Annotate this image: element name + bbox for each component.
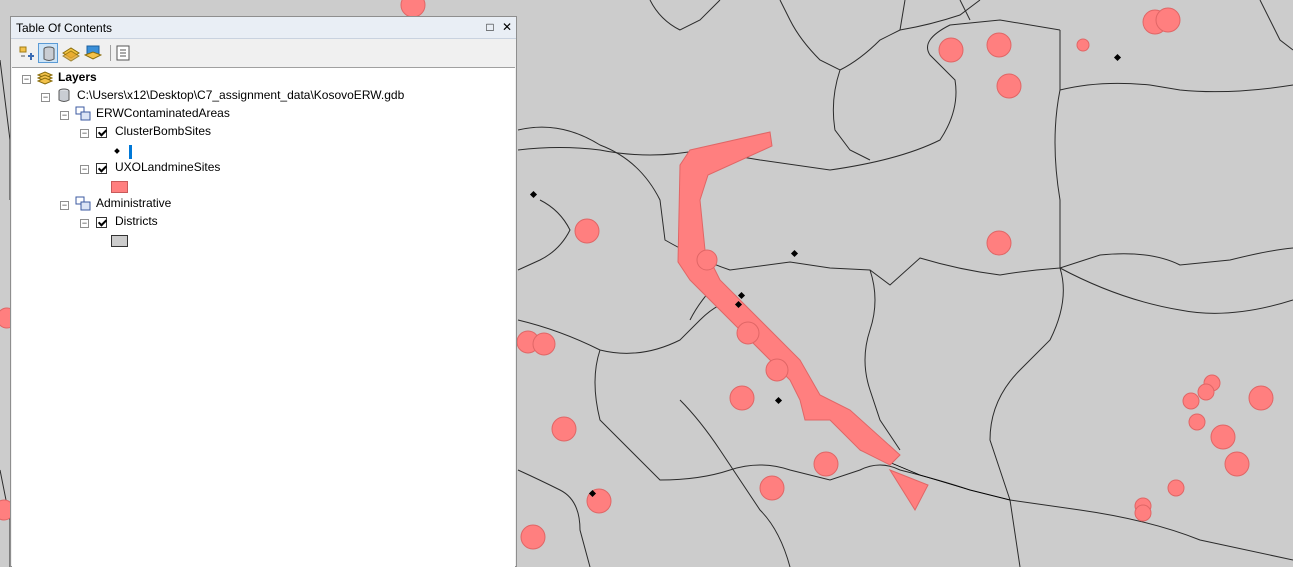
list-by-selection-icon [84,45,102,60]
feature-dataset-icon [75,106,91,121]
expander-administrative-group[interactable]: − [60,201,69,210]
clusterbombsites-visibility-checkbox[interactable] [96,127,107,138]
geodatabase-path-label[interactable]: C:\Users\x12\Desktop\C7_assignment_data\… [77,88,404,102]
feature-dataset-icon [75,196,91,211]
close-icon[interactable]: ✕ [500,20,514,34]
erw-group-label[interactable]: ERWContaminatedAreas [96,106,230,120]
uxolandminesites-label[interactable]: UXOLandmineSites [115,160,220,174]
list-by-source-icon [43,46,55,61]
list-by-selection-button[interactable] [83,43,103,63]
table-of-contents-panel: Table Of Contents □ ✕ − Layers − C:\User… [10,16,517,567]
layers-icon [37,71,53,85]
list-by-drawing-order-icon [19,46,34,60]
expander-erw-group[interactable]: − [60,111,69,120]
list-by-drawing-order-button[interactable] [17,43,37,63]
options-button[interactable] [113,43,133,63]
districts-label[interactable]: Districts [115,214,158,228]
uxolandminesites-symbol-swatch [111,181,128,193]
options-icon [116,45,130,61]
expander-uxolandminesites[interactable]: − [80,165,89,174]
toc-tree: − Layers − C:\Users\x12\Desktop\C7_assig… [12,67,515,567]
pin-icon[interactable]: □ [483,20,497,34]
list-by-visibility-icon [62,47,80,62]
expander-districts[interactable]: − [80,219,89,228]
toc-toolbar [11,39,516,66]
expander-clusterbombsites[interactable]: − [80,129,89,138]
layers-root-label[interactable]: Layers [58,70,97,84]
geodatabase-icon [58,88,70,102]
clusterbombsites-label[interactable]: ClusterBombSites [115,124,211,138]
toc-titlebar[interactable]: Table Of Contents □ ✕ [11,17,516,39]
expander-layers[interactable]: − [22,75,31,84]
expander-geodatabase[interactable]: − [41,93,50,102]
toolbar-separator [110,45,111,61]
list-by-source-button[interactable] [38,43,58,63]
districts-visibility-checkbox[interactable] [96,217,107,228]
clusterbombsites-symbol-icon [114,145,132,159]
uxolandminesites-visibility-checkbox[interactable] [96,163,107,174]
toc-title: Table Of Contents [16,21,113,35]
administrative-group-label[interactable]: Administrative [96,196,171,210]
districts-symbol-swatch [111,235,128,247]
list-by-visibility-button[interactable] [61,43,81,63]
